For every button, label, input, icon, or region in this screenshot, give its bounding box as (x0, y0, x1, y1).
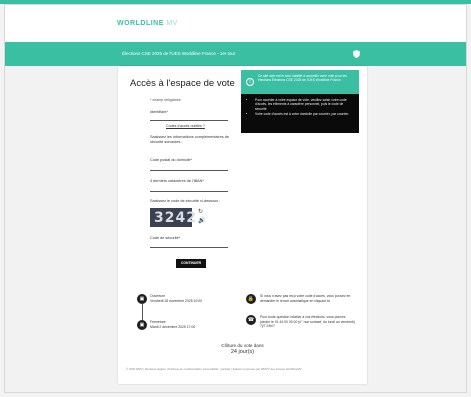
tooltip-header: i Ce site web est le seul habilité à acc… (241, 70, 359, 94)
captcha-label: Saisissez le code de sécurité ci-dessous… (150, 199, 221, 203)
tooltip-item: Votre code d'accès est à votre domicile … (255, 112, 355, 116)
page-header: WORLDLINE MV (5, 5, 466, 42)
forgot-codes-link[interactable]: Codes d'accès oubliés ? (166, 124, 205, 128)
iban-field[interactable] (150, 191, 228, 192)
extra-info-text: Saisissez les informations complémentair… (150, 135, 229, 144)
phone-icon: ☎ (246, 315, 256, 325)
countdown-line2: 24 jour(s) (230, 349, 255, 355)
closing-date: Mardi 2 décembre 2025 17:00 (150, 324, 196, 329)
page-title: Accès à l'espace de vote (130, 78, 235, 89)
contact-help: Pour toute question relative à vos élect… (260, 315, 355, 328)
brand-suffix: MV (166, 20, 178, 27)
brand-logo[interactable]: WORLDLINE MV (117, 20, 178, 27)
iban-label: 4 derniers caractères de l'IBAN* (150, 179, 204, 183)
lost-codes-help[interactable]: Si vous n'avez pas reçu votre code d'acc… (260, 294, 356, 303)
postal-code-field[interactable] (150, 170, 228, 171)
captcha-value: 3242 (154, 210, 197, 226)
audio-icon[interactable]: 🔊 (198, 217, 205, 226)
info-tooltip: i Ce site web est le seul habilité à acc… (241, 70, 359, 133)
timeline-connector (142, 304, 143, 320)
brand-name: WORLDLINE (117, 20, 164, 27)
captcha-controls: ↻ 🔊 (198, 208, 205, 226)
opening-info: Ouverture Vendredi 28 novembre 2025 10:0… (150, 294, 230, 303)
calendar-end-icon: ▣ (137, 320, 147, 330)
username-label: Identifiant* (150, 110, 168, 114)
tooltip-item: Pour accéder à votre espace de vote, veu… (255, 98, 355, 111)
info-icon: i (246, 78, 254, 86)
opening-date: Vendredi 28 novembre 2025 10:00 (150, 298, 203, 303)
continue-button[interactable]: CONTINUER (176, 259, 206, 268)
browser-viewport: WORLDLINE MV Élections CSE 2025 de l'UES… (4, 4, 467, 393)
calendar-icon: ▣ (137, 294, 147, 304)
countdown-line1: Clôture du vote dans (221, 343, 264, 348)
captcha-image: 3242 (150, 208, 196, 227)
footer-links[interactable]: © 2025 WMV | Mentions légales | Politiqu… (126, 367, 362, 371)
tooltip-heading: Ce site web est le seul habilité à accue… (258, 74, 347, 83)
election-banner: Élections CSE 2025 de l'UES Worldline Fr… (5, 42, 466, 66)
election-title: Élections CSE 2025 de l'UES Worldline Fr… (122, 51, 236, 56)
refresh-icon[interactable]: ↻ (198, 208, 205, 217)
closing-info: Fermeture Mardi 2 décembre 2025 17:00 (150, 320, 230, 329)
lock-icon: 🔒 (246, 294, 256, 304)
security-code-label: Code de sécurité* (150, 236, 181, 240)
shield-icon[interactable] (353, 50, 360, 58)
required-note: * champ obligatoire (150, 98, 181, 102)
username-field[interactable] (150, 120, 228, 121)
security-code-field[interactable] (150, 247, 228, 248)
tooltip-list: Pour accéder à votre espace de vote, veu… (250, 98, 355, 118)
postal-code-label: Code postal du domicile* (150, 158, 193, 162)
